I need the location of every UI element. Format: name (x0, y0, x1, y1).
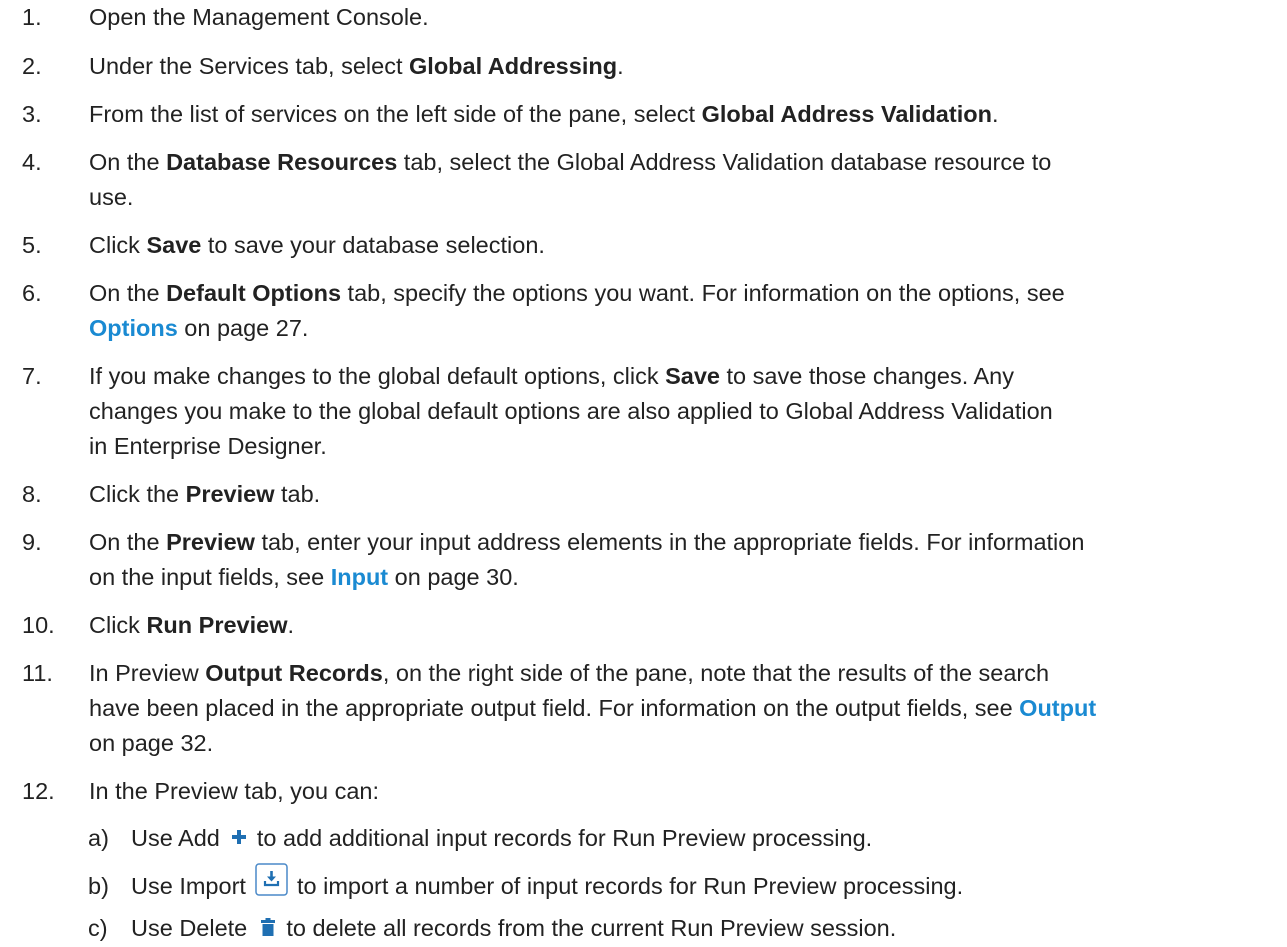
input-link[interactable]: Input (331, 564, 388, 590)
step-text: Open the Management Console. (89, 4, 429, 30)
step-text: on page 30. (388, 564, 519, 590)
step-text: tab. (274, 481, 321, 507)
import-icon (255, 863, 289, 897)
substep-text: Use Add (131, 825, 220, 851)
ui-term: Run Preview (146, 612, 288, 638)
step-text: to save your database selection. (201, 232, 545, 258)
step-number: 6. (22, 280, 42, 306)
step-text: From the list of services on the left si… (89, 101, 702, 127)
plus-icon (232, 829, 247, 844)
instruction-document: 1. Open the Management Console. 2. Under… (0, 0, 1287, 947)
substep-text: Use Delete (131, 915, 248, 941)
step-text: changes you make to the global default o… (89, 398, 1053, 424)
ui-term: Database Resources (166, 149, 398, 175)
step-text: on page 27. (177, 315, 309, 341)
step-text: tab, specify the options you want. For i… (341, 280, 1065, 306)
step-text: Under the Services tab, select (89, 53, 410, 79)
step-text: tab, enter your input address elements i… (254, 529, 1085, 555)
step-number: 7. (22, 363, 42, 389)
ui-term: Output Records (205, 660, 383, 686)
step-text: In the Preview tab, you can: (89, 778, 379, 804)
substep-text: Use Import (131, 873, 246, 899)
step-text: , on the right side of the pane, note th… (382, 660, 1050, 686)
step-text: Click (89, 232, 147, 258)
step-text: on the input fields, see (89, 564, 331, 590)
step-text: In Preview (89, 660, 206, 686)
step-text: On the (89, 529, 167, 555)
step-number: 8. (22, 481, 42, 507)
ui-term: Preview (166, 529, 255, 555)
step-text: On the (89, 280, 167, 306)
ui-term: Save (665, 363, 720, 389)
step-text: to save those changes. Any (720, 363, 1014, 389)
step-number: 4. (22, 149, 42, 175)
step-number: 5. (22, 232, 42, 258)
trash-icon (260, 917, 275, 936)
options-link[interactable]: Options (89, 315, 178, 341)
substep-text: to add additional input records for Run … (256, 825, 873, 851)
step-number: 3. (22, 101, 42, 127)
step-text: If you make changes to the global defaul… (89, 363, 666, 389)
step-text: have been placed in the appropriate outp… (89, 695, 1020, 721)
step-number: 9. (22, 529, 42, 555)
step-text: Click the (89, 481, 186, 507)
output-link[interactable]: Output (1019, 695, 1096, 721)
step-text: Click (89, 612, 147, 638)
step-number: 2. (22, 53, 42, 79)
step-text: tab, select the Global Address Validatio… (397, 149, 1052, 175)
step-number: 1. (22, 4, 42, 30)
substep-text: to import a number of input records for … (296, 873, 964, 899)
substep-letter: a) (88, 825, 109, 851)
ui-term: Global Address Validation (701, 101, 992, 127)
ui-term: Global Addressing (409, 53, 618, 79)
step-text: . (287, 612, 295, 638)
step-text: use. (89, 184, 134, 210)
ui-term: Preview (185, 481, 275, 507)
step-number: 12. (22, 778, 55, 804)
ui-term: Save (146, 232, 202, 258)
step-text: on page 32. (89, 730, 214, 756)
substep-letter: c) (88, 915, 108, 941)
step-text: . (617, 53, 624, 79)
step-text: in Enterprise Designer. (89, 433, 327, 459)
ui-term: Default Options (166, 280, 342, 306)
substep-letter: b) (88, 873, 109, 899)
substep-text: to delete all records from the current R… (286, 915, 897, 941)
step-number: 10. (22, 612, 55, 638)
step-text: . (991, 101, 999, 127)
step-number: 11. (22, 660, 53, 686)
step-text: On the (89, 149, 167, 175)
